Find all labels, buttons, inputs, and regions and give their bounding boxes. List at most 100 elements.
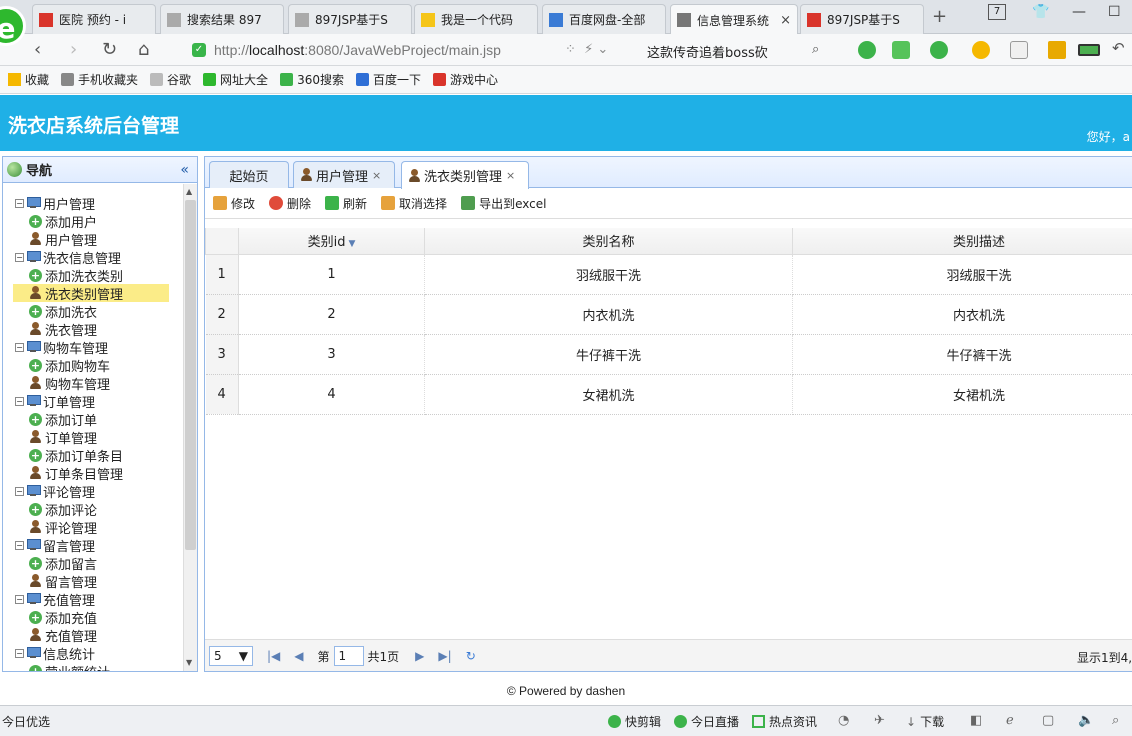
nav-group[interactable]: − 洗衣信息管理 xyxy=(3,248,181,267)
collapse-icon[interactable]: « xyxy=(180,162,189,178)
delete-button[interactable]: 删除 xyxy=(269,195,311,212)
volume-icon[interactable]: 🔈 xyxy=(1078,713,1094,728)
refresh-button[interactable]: 刷新 xyxy=(325,195,367,212)
minimize-button[interactable]: — xyxy=(1072,4,1086,20)
apps-icon[interactable] xyxy=(1048,41,1066,59)
nav-item[interactable]: + 添加购物车 xyxy=(3,356,181,375)
browser-tab[interactable]: 医院 预约 - i xyxy=(32,4,156,34)
forward-button[interactable]: › xyxy=(70,39,77,60)
back-button[interactable]: ‹ xyxy=(34,39,41,60)
zoom-icon[interactable]: ⌕ xyxy=(1112,713,1119,728)
nav-group[interactable]: − 留言管理 xyxy=(3,536,181,555)
close-tab-icon[interactable]: × xyxy=(776,13,791,28)
bookmark-item[interactable]: 网址大全 xyxy=(203,71,268,88)
tab-panel[interactable]: 起始页 xyxy=(209,161,289,188)
nav-group[interactable]: − 充值管理 xyxy=(3,590,181,609)
shirt-icon[interactable]: 👕 xyxy=(1032,4,1049,20)
nav-group[interactable]: − 用户管理 xyxy=(3,194,181,213)
bookmark-item[interactable]: 游戏中心 xyxy=(432,71,498,88)
nav-item[interactable]: 订单管理 xyxy=(3,428,181,447)
window-icon[interactable]: ▢ xyxy=(1042,713,1054,728)
table-row[interactable]: 4 4 女裙机洗 女裙机洗 xyxy=(205,374,1132,415)
page-size-select[interactable]: 5 ▼ xyxy=(209,646,253,666)
nav-item[interactable]: 订单条目管理 xyxy=(3,464,181,483)
tree-toggle-icon[interactable]: − xyxy=(15,198,24,208)
close-tab-icon[interactable]: × xyxy=(506,169,515,182)
maximize-button[interactable]: ☐ xyxy=(1108,4,1121,20)
close-tab-icon[interactable]: × xyxy=(372,169,381,182)
nav-item[interactable]: 洗衣管理 xyxy=(3,320,181,339)
tree-toggle-icon[interactable]: − xyxy=(15,594,24,604)
statusbar-item-news[interactable]: 热点资讯 xyxy=(752,713,817,730)
bookmark-item[interactable]: 360搜索 xyxy=(280,71,344,88)
browser-tab[interactable]: 我是一个代码 xyxy=(414,4,538,34)
nav-item[interactable]: 评论管理 xyxy=(3,518,181,537)
nav-item[interactable]: 充值管理 xyxy=(3,626,181,645)
plane-icon[interactable]: ✈ xyxy=(874,713,885,728)
tree-toggle-icon[interactable]: − xyxy=(15,396,24,406)
nav-item[interactable]: + 添加用户 xyxy=(3,212,181,231)
first-page-button[interactable]: |◀ xyxy=(267,649,280,663)
download-button[interactable]: ↓ 下载 xyxy=(906,713,944,730)
nav-group[interactable]: − 购物车管理 xyxy=(3,338,181,357)
nav-item[interactable]: 留言管理 xyxy=(3,572,181,591)
nav-item[interactable]: 用户管理 xyxy=(3,230,181,249)
bookmark-item[interactable]: 谷歌 xyxy=(150,71,191,88)
tab-panel[interactable]: 用户管理 × xyxy=(293,161,395,188)
hot-search-text[interactable]: 这款传奇追着boss砍 xyxy=(647,42,768,61)
next-page-button[interactable]: ▶ xyxy=(415,649,424,663)
nav-item[interactable]: + 添加留言 xyxy=(3,554,181,573)
prev-page-button[interactable]: ◀ xyxy=(294,649,303,663)
browser-tab[interactable]: 897JSP基于S xyxy=(288,4,412,34)
tab-panel[interactable]: 洗衣类别管理 × xyxy=(401,161,529,189)
bookmark-item[interactable]: 百度一下 xyxy=(355,71,421,88)
sidebar-icon[interactable]: ◧ xyxy=(970,713,982,728)
shield-extension-icon[interactable] xyxy=(972,41,990,59)
nav-group[interactable]: − 订单管理 xyxy=(3,392,181,411)
browser-tab[interactable]: 897JSP基于S xyxy=(800,4,924,34)
unselect-button[interactable]: 取消选择 xyxy=(381,195,447,212)
statusbar-recommend[interactable]: 今日优选 xyxy=(2,713,50,730)
scroll-down-icon[interactable]: ▼ xyxy=(186,658,192,667)
tree-toggle-icon[interactable]: − xyxy=(15,342,24,352)
bookmark-item[interactable]: 收藏 xyxy=(8,71,49,88)
statusbar-item-clip[interactable]: 快剪辑 xyxy=(608,713,661,730)
extension-icon[interactable] xyxy=(858,41,876,59)
table-row[interactable]: 2 2 内衣机洗 内衣机洗 xyxy=(205,294,1132,335)
screenshot-icon[interactable] xyxy=(1010,41,1028,59)
browser-tab[interactable]: 百度网盘-全部 xyxy=(542,4,666,34)
export-excel-button[interactable]: 导出到excel xyxy=(461,195,546,212)
nav-item[interactable]: 洗衣类别管理 xyxy=(13,284,169,303)
nav-item[interactable]: + 添加订单条目 xyxy=(3,446,181,465)
search-icon[interactable]: ⌕ xyxy=(812,42,819,57)
table-row[interactable]: 3 3 牛仔裤干洗 牛仔裤干洗 xyxy=(205,334,1132,375)
home-button[interactable]: ⌂ xyxy=(138,39,149,60)
new-tab-button[interactable]: + xyxy=(932,6,947,27)
table-row[interactable]: 1 1 羽绒服干洗 羽绒服干洗 xyxy=(205,254,1132,295)
browser-tab[interactable]: 搜索结果 897 xyxy=(160,4,284,34)
nav-item[interactable]: + 添加充值 xyxy=(3,608,181,627)
tree-toggle-icon[interactable]: − xyxy=(15,648,24,658)
reload-button[interactable]: ↻ xyxy=(102,39,117,60)
nav-item[interactable]: 购物车管理 xyxy=(3,374,181,393)
pager-refresh-icon[interactable]: ↻ xyxy=(466,649,476,663)
browser-tab[interactable]: 信息管理系统 × xyxy=(670,4,798,35)
nav-item[interactable]: + 添加洗衣 xyxy=(3,302,181,321)
tree-toggle-icon[interactable]: − xyxy=(15,540,24,550)
nav-scrollbar[interactable]: ▲ ▼ xyxy=(183,184,197,671)
nav-item[interactable]: + 添加洗衣类别 xyxy=(3,266,181,285)
page-number-input[interactable]: 1 xyxy=(333,646,364,666)
edit-button[interactable]: 修改 xyxy=(213,195,255,212)
column-header-desc[interactable]: 类别描述 xyxy=(792,228,1132,255)
nav-group[interactable]: − 信息统计 xyxy=(3,644,181,663)
scissors-icon[interactable] xyxy=(892,41,910,59)
tree-toggle-icon[interactable]: − xyxy=(15,252,24,262)
tab-count-badge[interactable]: 7 xyxy=(988,4,1006,20)
statusbar-item-live[interactable]: 今日直播 xyxy=(674,713,739,730)
scroll-up-icon[interactable]: ▲ xyxy=(186,187,192,196)
column-header-name[interactable]: 类别名称 xyxy=(424,228,793,255)
nav-item[interactable]: + 添加订单 xyxy=(3,410,181,429)
tree-toggle-icon[interactable]: − xyxy=(15,486,24,496)
last-page-button[interactable]: ▶| xyxy=(438,649,451,663)
translate-icon[interactable] xyxy=(930,41,948,59)
